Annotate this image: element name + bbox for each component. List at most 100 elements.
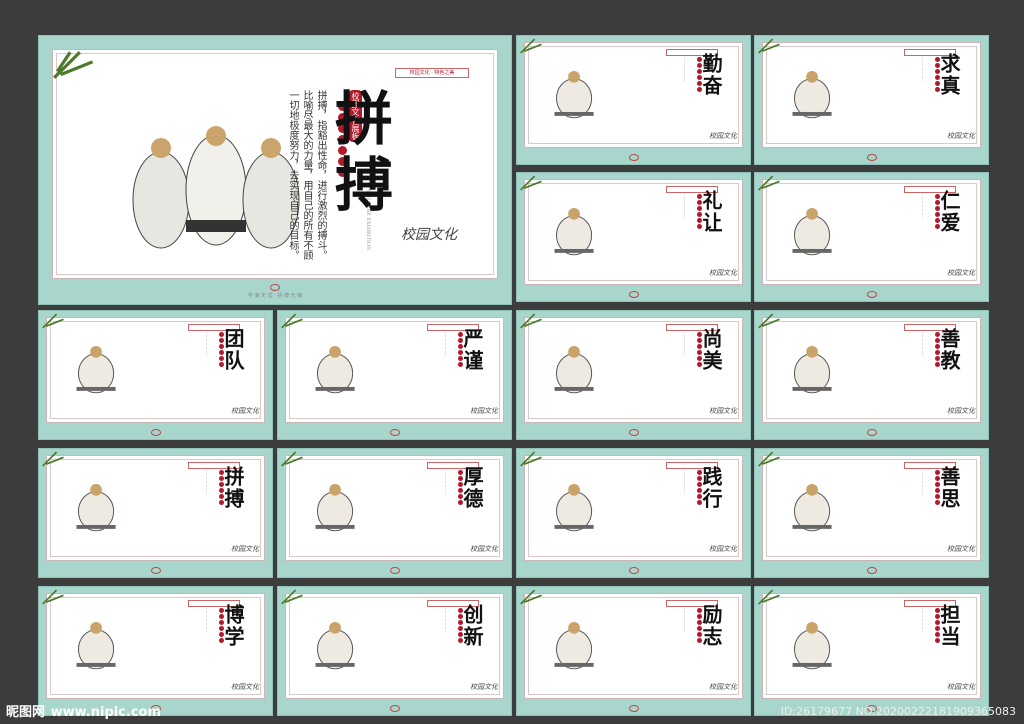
- poster-signature: 校园文化: [470, 683, 498, 691]
- poster-footer: [38, 429, 273, 437]
- poster-footer: [516, 705, 751, 713]
- poster-signature: 校园文化: [947, 269, 975, 277]
- figure-painting: [76, 483, 116, 532]
- poster-panel: ……………… 励志 校园文化: [516, 586, 751, 716]
- figure-painting: [76, 621, 116, 670]
- poster-panel: ……………… 勤奋 校园文化: [516, 35, 751, 165]
- poster-signature: 校园文化: [709, 269, 737, 277]
- poster-footer: [516, 291, 751, 299]
- poster-title: 拼搏: [221, 466, 245, 510]
- poster-description: ………………: [444, 470, 449, 494]
- poster-description: ………………: [683, 332, 688, 356]
- poster-footer: [754, 567, 989, 575]
- bamboo-icon: [758, 38, 780, 54]
- poster-panel: ……………… 求真 校园文化: [754, 35, 989, 165]
- image-id: ID:26179677 NO:20200222181909365083: [780, 705, 1016, 718]
- poster-footer: [277, 429, 512, 437]
- bamboo-icon: [53, 51, 94, 79]
- poster-signature: 校园文化: [470, 545, 498, 553]
- figure-painting: [554, 70, 594, 119]
- poster-title: 践行: [699, 466, 723, 510]
- big-poster-panel: 校园文化展板 CULTURE EXHIBITION 拼搏，指豁出性命，进行激烈的…: [38, 35, 512, 305]
- poster-panel: ……………… 仁爱 校园文化: [754, 172, 989, 302]
- poster-frame: ……………… 厚德 校园文化: [281, 451, 504, 561]
- poster-footer: [277, 705, 512, 713]
- poster-frame: ……………… 求真 校园文化: [758, 38, 981, 148]
- bamboo-icon: [520, 175, 542, 191]
- poster-panel: ……………… 担当 校园文化: [754, 586, 989, 716]
- figure-painting: [792, 483, 832, 532]
- poster-signature: 校园文化: [709, 132, 737, 140]
- figure-painting: [315, 621, 355, 670]
- poster-title: 勤奋: [699, 53, 723, 97]
- poster-description: ………………: [921, 332, 926, 356]
- poster-title: 厚德: [460, 466, 484, 510]
- bamboo-icon: [758, 313, 780, 329]
- poster-signature: 校园文化: [947, 407, 975, 415]
- poster-description: ………………: [205, 608, 210, 632]
- poster-panel: ……………… 厚德 校园文化: [277, 448, 512, 578]
- poster-frame: ……………… 礼让 校园文化: [520, 175, 743, 285]
- poster-description: ………………: [205, 470, 210, 494]
- poster-title: 善思: [937, 466, 961, 510]
- figure-painting: [554, 483, 594, 532]
- poster-frame: ……………… 励志 校园文化: [520, 589, 743, 699]
- poster-signature: 校园文化: [231, 683, 259, 691]
- bamboo-icon: [281, 589, 303, 605]
- poster-title: 团队: [221, 328, 245, 372]
- poster-panel: ……………… 创新 校园文化: [277, 586, 512, 716]
- poster-footer: [754, 429, 989, 437]
- bamboo-icon: [42, 313, 64, 329]
- poster-signature: 校园文化: [947, 683, 975, 691]
- poster-frame: ……………… 尚美 校园文化: [520, 313, 743, 423]
- poster-frame: ……………… 创新 校园文化: [281, 589, 504, 699]
- poster-frame: ……………… 拼搏 校园文化: [42, 451, 265, 561]
- poster-signature: 校园文化: [947, 545, 975, 553]
- poster-signature: 校园文化: [470, 407, 498, 415]
- poster-description: ………………: [205, 332, 210, 356]
- figure-painting: [76, 345, 116, 394]
- bamboo-icon: [758, 175, 780, 191]
- poster-title: 求真: [937, 53, 961, 97]
- poster-description: ………………: [921, 57, 926, 81]
- figure-painting: [554, 621, 594, 670]
- figure-painting: [554, 345, 594, 394]
- bamboo-icon: [281, 313, 303, 329]
- poster-signature: 校园文化: [709, 683, 737, 691]
- poster-frame: ……………… 仁爱 校园文化: [758, 175, 981, 285]
- poster-panel: ……………… 善教 校园文化: [754, 310, 989, 440]
- poster-signature: 校园文化: [709, 545, 737, 553]
- poster-frame: ……………… 善教 校园文化: [758, 313, 981, 423]
- poster-title: 严谨: [460, 328, 484, 372]
- watermark-logo: 昵图网 www.nipic.com: [6, 705, 162, 720]
- poster-panel: ……………… 拼搏 校园文化: [38, 448, 273, 578]
- poster-frame: ……………… 践行 校园文化: [520, 451, 743, 561]
- poster-signature: 校园文化: [231, 545, 259, 553]
- poster-panel: ……………… 严谨 校园文化: [277, 310, 512, 440]
- bamboo-icon: [520, 451, 542, 467]
- poster-description: ………………: [444, 332, 449, 356]
- poster-description: ………………: [921, 194, 926, 218]
- bamboo-icon: [520, 589, 542, 605]
- figure-painting: [315, 483, 355, 532]
- figure-painting: [792, 621, 832, 670]
- bamboo-icon: [42, 589, 64, 605]
- poster-panel: ……………… 践行 校园文化: [516, 448, 751, 578]
- poster-title: 励志: [699, 604, 723, 648]
- poster-title: 拼搏: [325, 88, 393, 220]
- figure-painting: [792, 345, 832, 394]
- poster-footer: [754, 154, 989, 162]
- poster-description: ………………: [683, 57, 688, 81]
- poster-description: ………………: [921, 608, 926, 632]
- poster-panel: ……………… 博学 校园文化: [38, 586, 273, 716]
- poster-frame: ……………… 勤奋 校园文化: [520, 38, 743, 148]
- bamboo-icon: [520, 313, 542, 329]
- poster-title: 创新: [460, 604, 484, 648]
- poster-panel: ……………… 团队 校园文化: [38, 310, 273, 440]
- poster-frame: ……………… 严谨 校园文化: [281, 313, 504, 423]
- figure-painting: [792, 207, 832, 256]
- poster-frame: ……………… 博学 校园文化: [42, 589, 265, 699]
- poster-panel: ……………… 礼让 校园文化: [516, 172, 751, 302]
- poster-footer: [516, 567, 751, 575]
- poster-frame: ……………… 团队 校园文化: [42, 313, 265, 423]
